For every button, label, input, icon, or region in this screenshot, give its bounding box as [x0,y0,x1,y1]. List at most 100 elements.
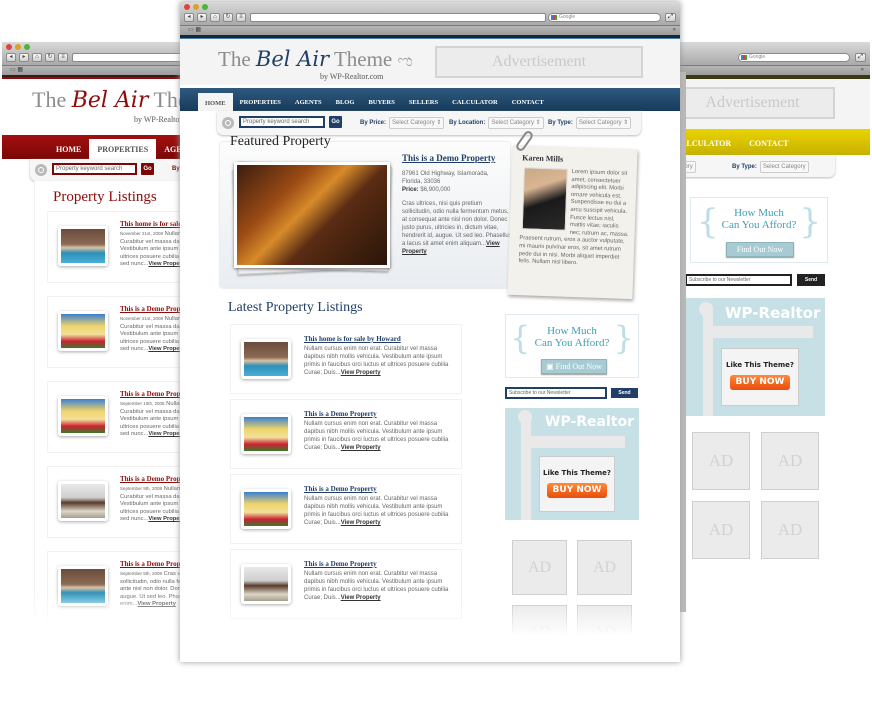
find-out-now-button[interactable]: ▣ Find Out Now [541,359,607,374]
listing-card: This home is for sale by Howard Nullam c… [230,324,462,394]
forward-icon[interactable]: ▸ [197,13,207,22]
ad-slot[interactable]: AD [577,540,632,595]
bookmark-icon[interactable]: ≡ [236,13,246,22]
home-icon[interactable]: ⌂ [210,13,220,22]
ad-slot[interactable]: AD [692,432,750,490]
newsletter-send-button[interactable]: Send [797,274,825,286]
buy-now-button[interactable]: BUY NOW [547,483,607,498]
calculator-icon: ▣ [546,362,554,371]
bookmarks-bar: ▭ ▦ [2,66,190,75]
forward-icon[interactable]: ▸ [19,53,29,62]
bookmarks-overflow-icon[interactable]: » [861,66,864,75]
ad-slot[interactable]: AD [512,540,567,595]
close-window-icon[interactable] [184,4,190,10]
wp-realtor-banner[interactable]: WP-Realtor Like This Theme? BUY NOW [505,408,639,520]
nav-home[interactable]: HOME [198,93,233,111]
nav-buyers[interactable]: BUYERS [361,99,401,111]
location-select[interactable]: Select Category ⇕ [488,117,544,129]
listing-title-link[interactable]: This is a Demo Property [304,485,377,493]
resize-icon[interactable]: ⤢ [855,53,866,62]
listing-title-link[interactable]: This is a Demo Property [304,560,377,568]
main-nav: HOME PROPERTIES AGENTS BLOG BUYERS SELLE… [180,88,680,111]
listing-card: This is a Demo Property September 9th, 2… [47,466,190,538]
nav-sellers[interactable]: SELLERS [402,99,445,111]
afford-widget: { } How Much Can You Afford? ▣ Find Out … [505,314,639,378]
back-icon[interactable]: ◂ [6,53,16,62]
listing-title-link[interactable]: This is a Demo Property [304,410,377,418]
search-go-button[interactable]: Go [329,116,342,128]
wp-realtor-banner[interactable]: WP-Realtor Like This Theme? BUY NOW [685,298,825,416]
search-go-button[interactable]: Go [141,163,154,175]
search-filter-bar: Property keyword search Go By Price: Sele… [217,111,641,135]
google-search-box[interactable]: Google [548,13,661,22]
brace-right-icon: } [799,202,821,242]
featured-property-title: Featured Property [230,134,331,149]
like-theme-text: Like This Theme? [543,469,611,477]
buy-now-button[interactable]: BUY NOW [730,375,790,390]
close-window-icon[interactable] [6,44,12,50]
nav-properties[interactable]: PROPERTIES [233,99,288,111]
ad-slot[interactable]: AD [692,501,750,559]
bookmarks-bar: ▭ ▦» [180,26,680,35]
address-bar[interactable] [250,13,546,22]
by-type-label: By Type: [548,120,573,126]
nav-contact[interactable]: CONTACT [740,139,797,155]
site-logo[interactable]: The Bel Air Theme ಌ by WP-Realtor.com [218,47,413,81]
newsletter-send-button[interactable]: Send [611,388,638,398]
nav-properties[interactable]: PROPERTIES [89,139,157,159]
site-logo[interactable]: The Bel Air Theme by WP-Realtor.com [32,87,190,124]
like-theme-text: Like This Theme? [726,361,794,369]
listing-date: September 5th, 2008 [120,571,163,576]
type-select[interactable]: Select Category [759,161,809,173]
minimize-window-icon[interactable] [15,44,21,50]
listing-date: September 10th, 2008 [120,401,165,406]
nav-calculator[interactable]: CALCULATOR [445,99,505,111]
brace-right-icon: } [613,319,634,357]
advertisement-banner[interactable]: Advertisement [670,87,835,119]
zoom-window-icon[interactable] [202,4,208,10]
listing-view-property-link[interactable]: View Property [341,520,381,526]
resize-icon[interactable]: ⤢ [665,13,676,22]
bookmark-icon[interactable]: ≡ [58,53,68,62]
listing-view-property-link[interactable]: View Property [341,370,381,376]
nav-contact[interactable]: CONTACT [505,99,551,111]
reload-icon[interactable]: ↻ [45,53,55,62]
minimize-window-icon[interactable] [193,4,199,10]
search-icon [35,164,47,176]
google-search-box[interactable]: Google [738,53,850,62]
listing-thumbnail[interactable] [241,414,291,454]
find-out-now-button[interactable]: Find Out Now [726,242,794,257]
bookmarks-overflow-icon[interactable]: » [673,26,676,35]
home-icon[interactable]: ⌂ [32,53,42,62]
listing-view-property-link[interactable]: View Property [341,445,381,451]
listing-thumbnail[interactable] [58,481,108,521]
nav-blog[interactable]: BLOG [329,99,362,111]
newsletter-input[interactable]: Subscribe to our Newsletter [505,387,607,399]
property-search-input[interactable]: Property keyword search [239,116,325,128]
listing-thumbnail[interactable] [58,396,108,436]
nav-home[interactable]: HOME [48,145,89,159]
listing-thumbnail[interactable] [241,564,291,604]
listing-thumbnail[interactable] [241,339,291,379]
advertisement-banner[interactable]: Advertisement [435,46,643,78]
ad-slot[interactable]: AD [761,432,819,490]
type-select[interactable]: Select Category ⇕ [575,117,632,129]
nav-agents[interactable]: AGENTS [288,99,329,111]
listing-view-property-link[interactable]: View Property [341,595,381,601]
zoom-window-icon[interactable] [24,44,30,50]
listing-card: This is a Demo Property November 21st, 2… [47,296,190,368]
listing-thumbnail[interactable] [58,311,108,351]
listing-thumbnail[interactable] [241,489,291,529]
back-icon[interactable]: ◂ [184,13,194,22]
property-search-input[interactable]: Property keyword search [52,163,137,175]
featured-property-photo[interactable] [234,162,390,268]
featured-property-link[interactable]: This is a Demo Property [402,153,495,163]
reload-icon[interactable]: ↻ [223,13,233,22]
ad-slot[interactable]: AD [761,501,819,559]
newsletter-input[interactable]: Subscribe to our Newsletter [685,274,792,286]
price-select[interactable]: Select Category ⇕ [389,117,445,129]
listing-title-link[interactable]: This home is for sale by Howard [304,335,401,343]
address-bar[interactable] [72,53,190,62]
agent-card: Karen Mills Lorem ipsum dolor sit amet, … [507,144,638,300]
listing-thumbnail[interactable] [58,226,108,266]
